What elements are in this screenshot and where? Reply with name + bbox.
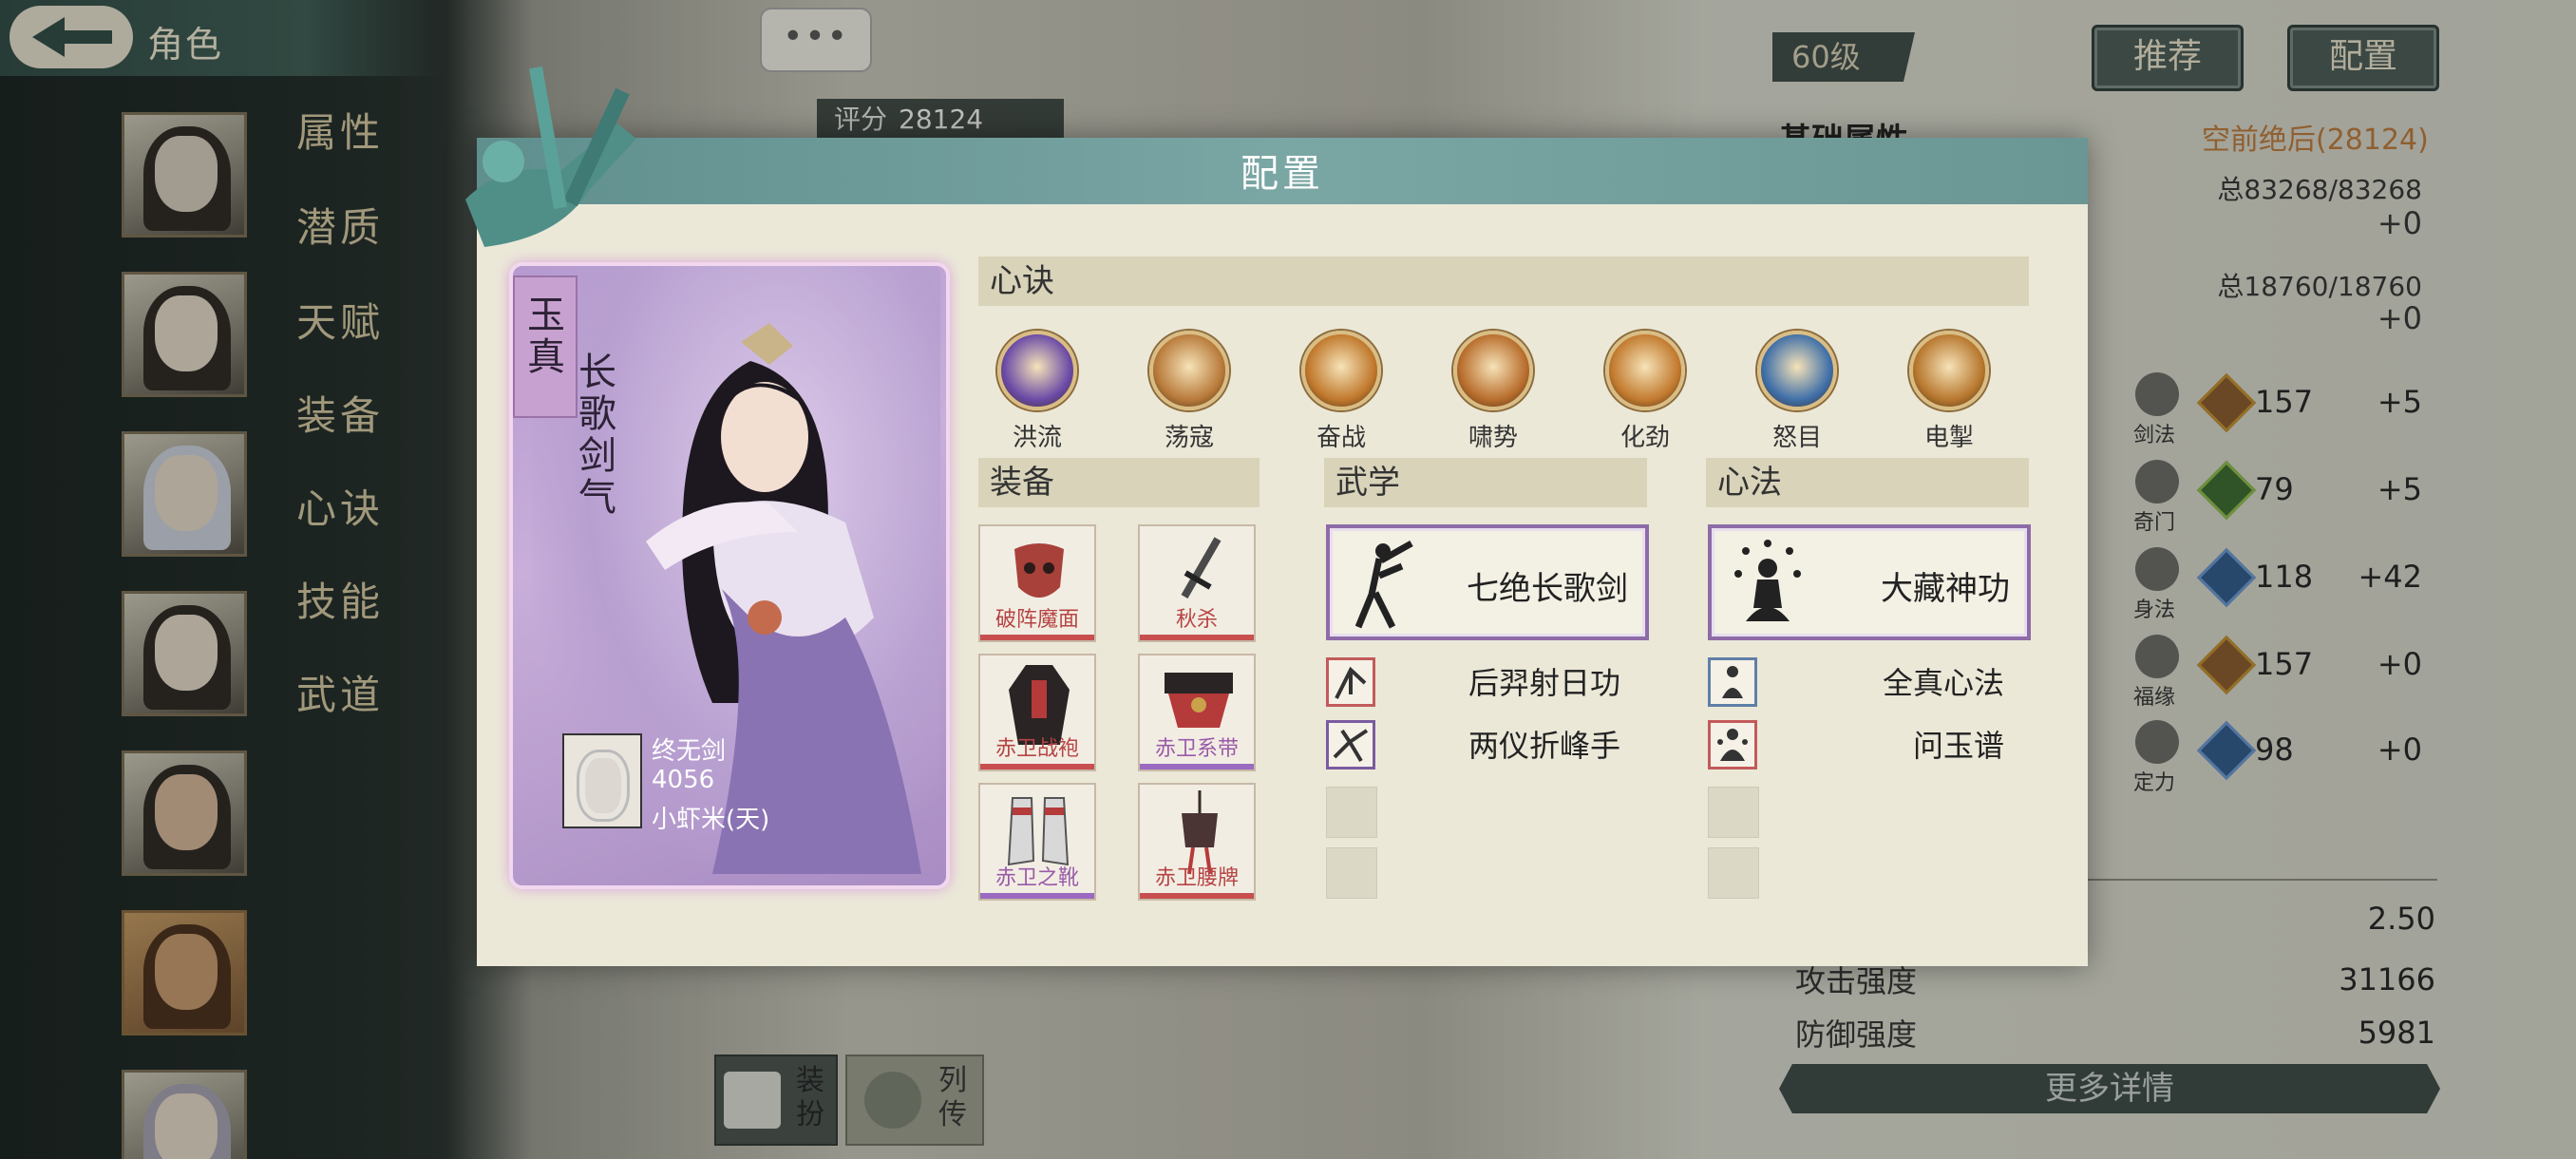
sword-icon	[1181, 537, 1222, 598]
game-screen: { "topbar":{"title":"角色"}, "nav":{"items…	[0, 0, 2576, 1159]
demon-mask-icon	[1014, 543, 1064, 598]
empty-skill-slot[interactable]	[1326, 787, 1377, 838]
character-name: 玉真	[527, 294, 565, 379]
xinjue-header: 心诀	[978, 256, 2029, 306]
owner-score: 4056	[652, 766, 715, 794]
xinjue-label: 荡寇	[1164, 424, 1214, 452]
meditation-icon	[1734, 540, 1801, 621]
modal-title: 配置	[1241, 152, 1324, 196]
xinjue-1-icon[interactable]	[1149, 331, 1229, 410]
xinjue-label: 电掣	[1923, 424, 1974, 452]
main-martial-art-slot[interactable]: 七绝长歌剑	[1326, 524, 1649, 640]
swordsman-icon	[1354, 540, 1413, 629]
owner-name: 终无剑	[652, 737, 727, 766]
xinjue-label: 化劲	[1619, 424, 1670, 452]
xinjue-label: 洪流	[1012, 424, 1062, 452]
character-subtitle: 长歌剑气	[578, 351, 616, 520]
martial-arts-header: 武学	[1324, 458, 1647, 507]
empty-skill-slot[interactable]	[1708, 847, 1759, 899]
xinjue-6-icon[interactable]	[1909, 331, 1989, 410]
xinjue-2-icon[interactable]	[1301, 331, 1381, 410]
taoist-xinfa-icon[interactable]	[1708, 657, 1757, 707]
martial-skill-name: 两仪折峰手	[1468, 728, 1621, 764]
xinjue-0-icon[interactable]	[997, 331, 1077, 410]
owner-player: 小虾米(天)	[652, 806, 770, 834]
xinjue-label: 奋战	[1316, 424, 1366, 452]
xinjue-3-icon[interactable]	[1453, 331, 1533, 410]
equip-slot-armor[interactable]: 赤卫战袍	[978, 654, 1096, 771]
equip-slot-token[interactable]: 赤卫腰牌	[1138, 783, 1256, 901]
xinjue-label: 怒目	[1771, 424, 1822, 452]
xinjue-label: 啸势	[1468, 424, 1518, 452]
main-xinfa-slot[interactable]: 大藏神功	[1708, 524, 2031, 640]
xinfa-skill-name: 全真心法	[1883, 665, 2005, 701]
xinfa-skill-name: 问玉谱	[1913, 728, 2005, 764]
archer-skill-icon[interactable]	[1326, 657, 1375, 707]
equip-slot-mask[interactable]: 破阵魔面	[978, 524, 1096, 642]
equip-slot-belt[interactable]: 赤卫系带	[1138, 654, 1256, 771]
empty-skill-slot[interactable]	[1708, 787, 1759, 838]
xinjue-5-icon[interactable]	[1757, 331, 1837, 410]
xinjue-4-icon[interactable]	[1605, 331, 1685, 410]
equip-slot-weapon[interactable]: 秋杀	[1138, 524, 1256, 642]
palm-skill-icon[interactable]	[1326, 720, 1375, 770]
xinfa-header: 心法	[1706, 458, 2029, 507]
scripture-xinfa-icon[interactable]	[1708, 720, 1757, 770]
equip-slot-boots[interactable]: 赤卫之靴	[978, 783, 1096, 901]
equipment-header: 装备	[978, 458, 1260, 507]
empty-skill-slot[interactable]	[1326, 847, 1377, 899]
owner-avatar	[562, 733, 642, 828]
martial-skill-name: 后羿射日功	[1468, 665, 1621, 701]
